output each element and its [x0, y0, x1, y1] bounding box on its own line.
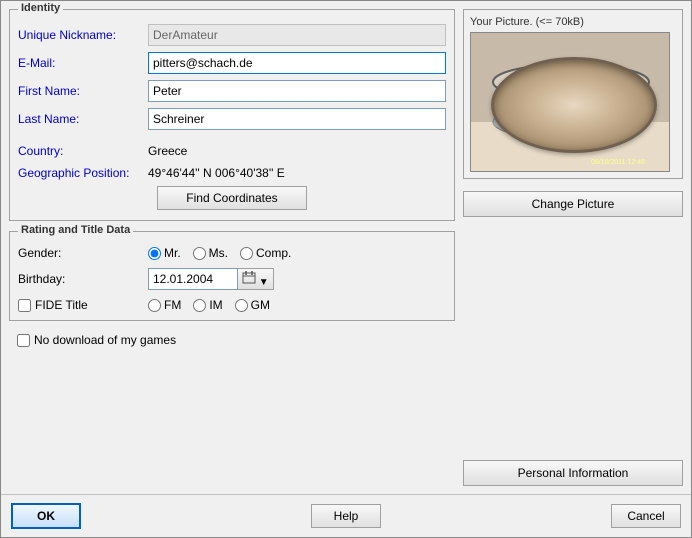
footer-center: Help — [311, 504, 381, 528]
gender-comp-label: Comp. — [256, 246, 291, 260]
fide-fm-option[interactable]: FM — [148, 298, 181, 312]
drum-svg: 09/10/2011 12:46 — [471, 32, 669, 172]
firstname-input[interactable] — [148, 80, 446, 102]
gender-row: Gender: Mr. Ms. Comp. — [18, 246, 446, 260]
gender-ms-label: Ms. — [209, 246, 228, 260]
find-coords-button[interactable]: Find Coordinates — [157, 186, 307, 210]
gender-ms-radio[interactable] — [193, 247, 206, 260]
gender-radio-group: Mr. Ms. Comp. — [148, 246, 291, 260]
dialog-body: Identity Unique Nickname: E-Mail: First … — [1, 1, 691, 494]
gender-comp-option[interactable]: Comp. — [240, 246, 291, 260]
geo-value: 49°46'44'' N 006°40'38'' E — [148, 166, 285, 180]
fide-im-option[interactable]: IM — [193, 298, 222, 312]
fide-im-label: IM — [209, 298, 222, 312]
fide-im-radio[interactable] — [193, 299, 206, 312]
help-button[interactable]: Help — [311, 504, 381, 528]
lastname-row: Last Name: — [18, 108, 446, 130]
lastname-input[interactable] — [148, 108, 446, 130]
country-value: Greece — [148, 144, 187, 158]
lastname-label: Last Name: — [18, 112, 148, 126]
fide-gm-label: GM — [251, 298, 270, 312]
drum-image: 09/10/2011 12:46 — [471, 32, 669, 172]
country-label: Country: — [18, 144, 148, 158]
rating-group: Rating and Title Data Gender: Mr. Ms. — [9, 231, 455, 321]
fide-radio-group: FM IM GM — [148, 298, 270, 312]
country-row: Country: Greece — [18, 142, 446, 160]
picture-section: Your Picture. (<= 70kB) — [463, 9, 683, 179]
dialog: Identity Unique Nickname: E-Mail: First … — [0, 0, 692, 538]
no-download-label: No download of my games — [34, 333, 176, 347]
fide-label-area: FIDE Title — [18, 298, 148, 312]
fide-gm-radio[interactable] — [235, 299, 248, 312]
calendar-button[interactable]: ▼ — [238, 268, 274, 290]
identity-group: Identity Unique Nickname: E-Mail: First … — [9, 9, 455, 221]
nickname-row: Unique Nickname: — [18, 24, 446, 46]
personal-info-button[interactable]: Personal Information — [463, 460, 683, 486]
calendar-dropdown-arrow: ▼ — [259, 277, 269, 288]
identity-group-title: Identity — [18, 2, 63, 14]
birthday-input[interactable] — [148, 268, 238, 290]
gender-ms-option[interactable]: Ms. — [193, 246, 228, 260]
rating-group-title: Rating and Title Data — [18, 224, 133, 236]
fide-gm-option[interactable]: GM — [235, 298, 270, 312]
change-picture-button[interactable]: Change Picture — [463, 191, 683, 217]
geo-row: Geographic Position: 49°46'44'' N 006°40… — [18, 166, 446, 180]
gender-mr-label: Mr. — [164, 246, 181, 260]
fide-row: FIDE Title FM IM GM — [18, 298, 446, 312]
firstname-label: First Name: — [18, 84, 148, 98]
picture-title: Your Picture. (<= 70kB) — [470, 16, 676, 28]
email-label: E-Mail: — [18, 56, 148, 70]
birthday-label: Birthday: — [18, 272, 148, 286]
fide-fm-label: FM — [164, 298, 181, 312]
right-panel: Your Picture. (<= 70kB) — [463, 9, 683, 486]
no-download-checkbox[interactable] — [17, 334, 30, 347]
firstname-row: First Name: — [18, 80, 446, 102]
gender-comp-radio[interactable] — [240, 247, 253, 260]
birthday-input-group: ▼ — [148, 268, 274, 290]
email-row: E-Mail: — [18, 52, 446, 74]
gender-mr-option[interactable]: Mr. — [148, 246, 181, 260]
nickname-label: Unique Nickname: — [18, 28, 148, 42]
birthday-row: Birthday: ▼ — [18, 268, 446, 290]
picture-frame: 09/10/2011 12:46 — [470, 32, 670, 172]
cancel-button[interactable]: Cancel — [611, 504, 681, 528]
calendar-icon — [242, 271, 256, 285]
nickname-input[interactable] — [148, 24, 446, 46]
left-panel: Identity Unique Nickname: E-Mail: First … — [9, 9, 455, 486]
fide-fm-radio[interactable] — [148, 299, 161, 312]
fide-checkbox[interactable] — [18, 299, 31, 312]
dialog-footer: OK Help Cancel — [1, 494, 691, 537]
ok-button[interactable]: OK — [11, 503, 81, 529]
svg-text:09/10/2011 12:46: 09/10/2011 12:46 — [591, 159, 645, 166]
fide-label: FIDE Title — [35, 298, 88, 312]
gender-label: Gender: — [18, 246, 148, 260]
geo-label: Geographic Position: — [18, 166, 148, 180]
footer-right: Cancel — [611, 504, 681, 528]
no-download-row: No download of my games — [9, 327, 455, 353]
gender-mr-radio[interactable] — [148, 247, 161, 260]
footer-left: OK — [11, 503, 81, 529]
email-input[interactable] — [148, 52, 446, 74]
